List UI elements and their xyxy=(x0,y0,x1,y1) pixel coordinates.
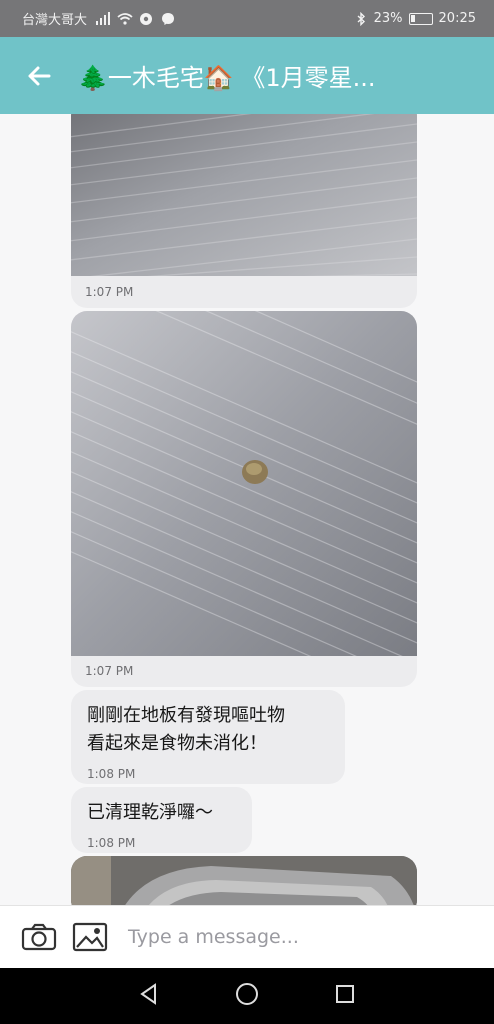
message-time: 1:07 PM xyxy=(85,664,134,678)
message-line: 剛剛在地板有發現嘔吐物 xyxy=(87,705,285,726)
camera-icon xyxy=(21,923,57,951)
square-recent-icon xyxy=(336,985,355,1003)
message-time: 1:08 PM xyxy=(87,767,136,781)
chrome-icon xyxy=(139,12,153,26)
recent-apps-button[interactable] xyxy=(333,982,357,1010)
camera-button[interactable] xyxy=(21,921,57,953)
status-right: 23% 20:25 xyxy=(354,11,476,26)
carrier-name: 台灣大哥大 xyxy=(22,13,88,28)
back-button[interactable] xyxy=(0,37,78,114)
image-message[interactable]: 1:07 PM xyxy=(71,311,417,687)
message-time: 1:07 PM xyxy=(85,285,134,299)
status-left: 台灣大哥大 xyxy=(22,9,175,28)
battery-percent: 23% xyxy=(373,11,403,26)
circle-home-icon xyxy=(235,983,258,1005)
vomit-photo[interactable] xyxy=(71,311,417,656)
bluetooth-icon xyxy=(354,11,368,26)
chat-title: 🌲一木毛宅🏠 《1月零星... xyxy=(78,64,376,92)
gallery-button[interactable] xyxy=(72,921,108,953)
status-bar: 台灣大哥大 23% 20:25 xyxy=(0,0,494,37)
wifi-icon xyxy=(117,12,133,26)
home-nav-button[interactable] xyxy=(234,981,260,1011)
message-line: 已清理乾淨囉～ xyxy=(87,802,213,823)
signal-icon xyxy=(95,11,111,26)
status-time: 20:25 xyxy=(438,11,476,26)
image-message[interactable] xyxy=(71,856,417,905)
back-arrow-icon xyxy=(28,66,51,85)
floor-photo[interactable] xyxy=(71,114,417,276)
text-message[interactable]: 已清理乾淨囉～ 1:08 PM xyxy=(71,787,252,853)
message-input[interactable]: Type a message... xyxy=(128,926,299,948)
battery-fill xyxy=(410,14,415,22)
image-message[interactable]: 1:07 PM xyxy=(71,114,417,308)
back-nav-button[interactable] xyxy=(137,982,161,1010)
chat-header: 🌲一木毛宅🏠 《1月零星... xyxy=(0,37,494,114)
messenger-icon xyxy=(161,12,175,26)
message-list[interactable]: 1:07 PM 1:07 PM 剛剛在地板有發現嘔吐物 看起來是食物未消化！ 1… xyxy=(0,114,494,905)
battery-icon xyxy=(408,12,433,25)
metal-tray-photo[interactable] xyxy=(71,856,417,905)
image-icon xyxy=(72,922,108,952)
android-navigation-bar xyxy=(0,968,494,1024)
message-time: 1:08 PM xyxy=(87,836,136,850)
triangle-back-icon xyxy=(139,983,156,1005)
message-line: 看起來是食物未消化！ xyxy=(87,733,267,754)
message-composer: Type a message... xyxy=(0,905,494,968)
text-message[interactable]: 剛剛在地板有發現嘔吐物 看起來是食物未消化！ 1:08 PM xyxy=(71,690,345,784)
